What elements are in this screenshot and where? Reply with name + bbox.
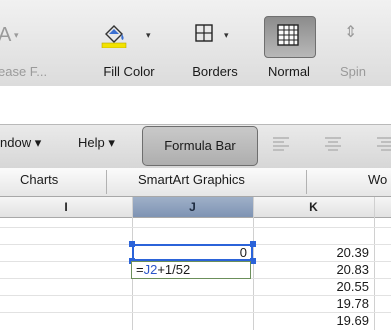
chevron-down-icon: ▾	[146, 30, 151, 40]
spin-label: Spin	[340, 64, 367, 79]
fill-color-button[interactable]: ▾ Fill Color	[86, 0, 172, 86]
borders-label: Borders	[192, 64, 238, 79]
selection-handle[interactable]	[129, 241, 135, 247]
align-center-icon[interactable]	[324, 136, 342, 157]
chevron-down-icon: ▾	[14, 30, 19, 40]
paint-bucket-icon	[100, 20, 128, 53]
cell-k6[interactable]: 19.69	[253, 313, 369, 328]
align-left-icon[interactable]	[272, 136, 290, 157]
normal-view-button[interactable]: Normal	[258, 0, 320, 86]
formula-bar-button[interactable]: Formula Bar	[142, 126, 258, 166]
spin-button[interactable]: ⇕ Spin	[330, 0, 391, 86]
grid-line	[0, 227, 391, 228]
cell-k5[interactable]: 19.78	[253, 296, 369, 311]
help-menu[interactable]: Help ▾	[78, 135, 115, 151]
borders-button[interactable]: ▾ Borders	[180, 0, 250, 86]
cell-selection-outline	[132, 244, 253, 261]
formula-suffix: +1/52	[157, 262, 191, 277]
cell-k3[interactable]: 20.83	[253, 262, 369, 277]
cell-k2[interactable]: 20.39	[253, 245, 369, 260]
align-right-icon[interactable]	[376, 136, 391, 157]
ribbon-item-partial-left[interactable]: A ▾ ease F...	[0, 0, 60, 86]
font-a-icon: A	[0, 24, 12, 46]
tab-smartart-graphics[interactable]: SmartArt Graphics	[138, 172, 245, 187]
formula-reference: J2	[143, 262, 158, 277]
column-header-k[interactable]: K	[253, 197, 374, 217]
column-header-i[interactable]: I	[0, 197, 132, 217]
selection-handle[interactable]	[250, 241, 256, 247]
chevron-down-icon: ▾	[224, 30, 229, 40]
tab-divider	[306, 170, 307, 194]
formula-prefix: =	[136, 262, 144, 277]
tab-wordart[interactable]: Wo	[368, 172, 387, 187]
cell-k4[interactable]: 20.55	[253, 279, 369, 294]
normal-view-icon	[277, 24, 299, 51]
fill-color-label: Fill Color	[103, 64, 155, 79]
tab-charts[interactable]: Charts	[20, 172, 58, 187]
partial-left-label: ease F...	[0, 64, 48, 79]
tab-divider	[106, 170, 107, 194]
normal-label: Normal	[268, 64, 310, 79]
column-header-j[interactable]: J	[132, 197, 253, 217]
cell-formula-editor[interactable]: =J2+1/52	[131, 261, 251, 279]
window-menu[interactable]: ndow ▾	[0, 135, 41, 151]
borders-grid-icon	[194, 23, 214, 48]
spin-arrows-icon: ⇕	[344, 24, 358, 41]
grid-line	[374, 197, 375, 330]
